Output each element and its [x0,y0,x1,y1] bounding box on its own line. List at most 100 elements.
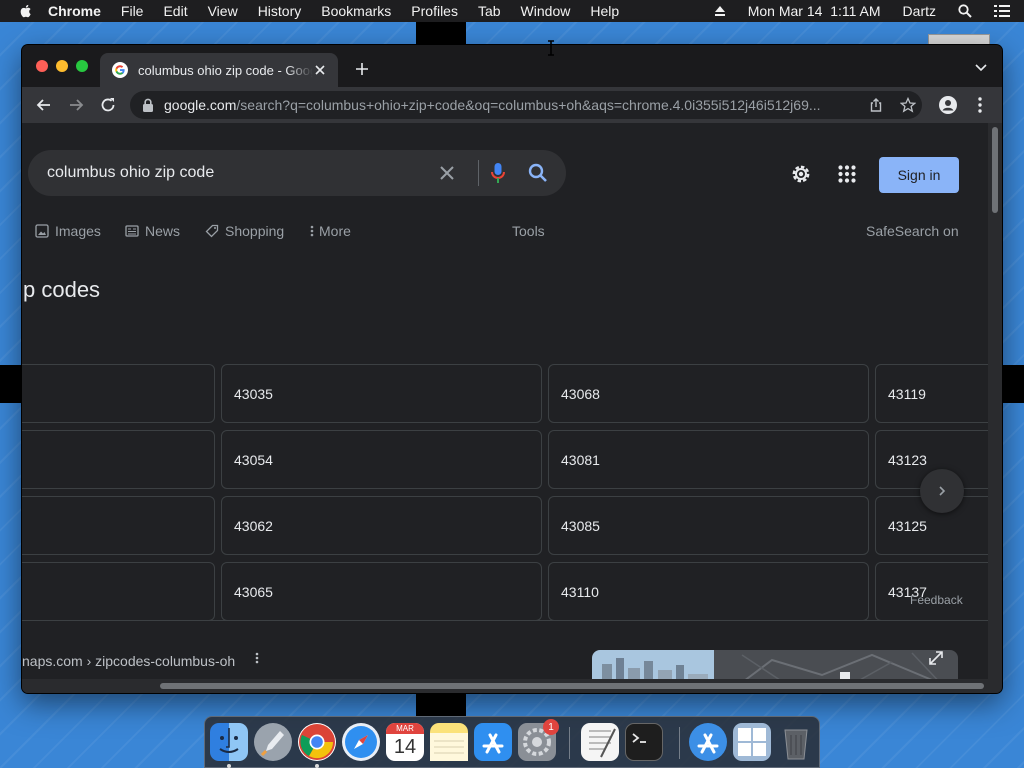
address-bar[interactable]: google.com/search?q=columbus+ohio+zip+co… [130,91,922,119]
textedit-icon[interactable] [581,723,619,761]
page-content: columbus ohio zip code Sign in Images Ne… [22,123,988,693]
toolbar: google.com/search?q=columbus+ohio+zip+co… [22,87,1002,123]
close-icon[interactable] [312,62,328,78]
clear-icon[interactable] [438,164,456,182]
chrome-icon[interactable] [298,723,336,761]
news-icon [125,225,139,237]
running-indicator [315,764,319,768]
search-nav-tabs: Images News Shopping More Tools SafeSear… [22,223,988,247]
trash-icon[interactable] [777,723,815,761]
tab-more[interactable]: More [309,223,351,239]
zip-cell[interactable]: 43062 [221,496,542,555]
tab-shopping[interactable]: Shopping [205,223,284,239]
horizontal-scrollbar[interactable] [22,679,988,693]
search-icon[interactable] [528,163,548,183]
minimize-window-button[interactable] [56,60,68,72]
tab-shopping-label: Shopping [225,223,285,239]
desktop-shadow [416,693,466,716]
menu-profiles[interactable]: Profiles [411,3,458,19]
safesearch-label[interactable]: SafeSearch on [866,223,959,239]
profile-icon[interactable] [938,95,958,115]
lock-icon[interactable] [142,98,154,112]
search-box[interactable]: columbus ohio zip code [28,150,566,196]
apple-icon[interactable] [18,3,34,19]
new-tab-icon[interactable] [354,61,370,77]
boot-camp-icon[interactable] [733,723,771,761]
zoom-window-button[interactable] [76,60,88,72]
zip-cell[interactable]: 43119 [875,364,988,423]
tab-google-search[interactable]: columbus ohio zip code - Google Search [100,53,338,87]
menu-history[interactable]: History [258,3,302,19]
desktop-shadow [0,365,22,403]
settings-icon[interactable] [790,163,812,185]
menu-file[interactable]: File [121,3,144,19]
notes-icon[interactable] [430,723,468,761]
tab-search-icon[interactable] [974,63,988,73]
close-window-button[interactable] [36,60,48,72]
reload-icon[interactable] [98,95,118,115]
desktop-shadow [1002,365,1024,403]
calendar-icon[interactable]: MAR 14 [386,723,424,761]
zip-cell[interactable]: 43085 [548,496,869,555]
apps-icon[interactable] [838,165,856,183]
dock: MAR 14 1 [204,716,820,768]
app-store-icon[interactable] [474,723,512,761]
launchpad-icon[interactable] [254,723,292,761]
zip-cell[interactable] [22,430,215,489]
result-divider [22,620,988,621]
zip-cell[interactable]: 43054 [221,430,542,489]
calendar-month: MAR [386,723,424,734]
control-center-icon[interactable] [994,5,1010,17]
menu-edit[interactable]: Edit [163,3,187,19]
share-icon[interactable] [868,97,884,113]
zip-cell[interactable] [22,562,215,621]
menu-help[interactable]: Help [590,3,619,19]
zip-cell[interactable] [22,364,215,423]
menu-app-name[interactable]: Chrome [48,3,101,19]
zip-cell[interactable]: 43068 [548,364,869,423]
tab-more-label: More [319,223,351,239]
menu-user[interactable]: Dartz [903,3,936,19]
bookmark-star-icon[interactable] [900,97,916,113]
search-divider [478,160,479,186]
url-path: /search?q=columbus+ohio+zip+code&oq=colu… [236,97,821,113]
tab-strip: columbus ohio zip code - Google Search [22,45,1002,87]
menu-view[interactable]: View [208,3,238,19]
vertical-scroll-thumb[interactable] [992,127,998,213]
more-vert-icon [310,225,314,237]
sign-in-button[interactable]: Sign in [879,157,959,193]
zip-cell[interactable]: 43081 [548,430,869,489]
result-citation[interactable]: naps.com › zipcodes-columbus-oh [22,653,235,669]
menu-tab[interactable]: Tab [478,3,501,19]
vertical-scrollbar[interactable] [988,123,1002,693]
menu-window[interactable]: Window [521,3,571,19]
zip-codes-heading: p codes [23,277,101,302]
horizontal-scroll-thumb[interactable] [160,683,984,689]
feedback-link[interactable]: Feedback [910,593,963,607]
back-icon[interactable] [34,95,54,115]
forward-icon[interactable] [66,95,86,115]
eject-icon[interactable] [714,5,726,17]
finder-icon[interactable] [210,723,248,761]
tab-images-label: Images [55,223,101,239]
zip-cell[interactable]: 43065 [221,562,542,621]
more-options-icon[interactable] [254,651,260,665]
terminal-icon[interactable] [625,723,663,761]
search-input[interactable]: columbus ohio zip code [47,164,214,182]
zip-cell[interactable]: 43137 [875,562,988,621]
menu-clock[interactable]: Mon Mar 14 1:11 AM [748,3,881,19]
zip-cell[interactable] [22,496,215,555]
menu-icon[interactable] [970,95,990,115]
downloads-icon[interactable] [689,723,727,761]
safari-icon[interactable] [342,723,380,761]
tab-images[interactable]: Images [35,223,101,239]
carousel-next-button[interactable] [920,469,964,513]
voice-search-icon[interactable] [490,162,506,184]
zip-cell[interactable]: 43035 [221,364,542,423]
tools-button[interactable]: Tools [512,223,545,239]
zip-cell[interactable]: 43110 [548,562,869,621]
dock-divider [679,727,680,759]
menu-bookmarks[interactable]: Bookmarks [321,3,391,19]
tab-news[interactable]: News [125,223,180,239]
spotlight-search-icon[interactable] [958,4,972,18]
